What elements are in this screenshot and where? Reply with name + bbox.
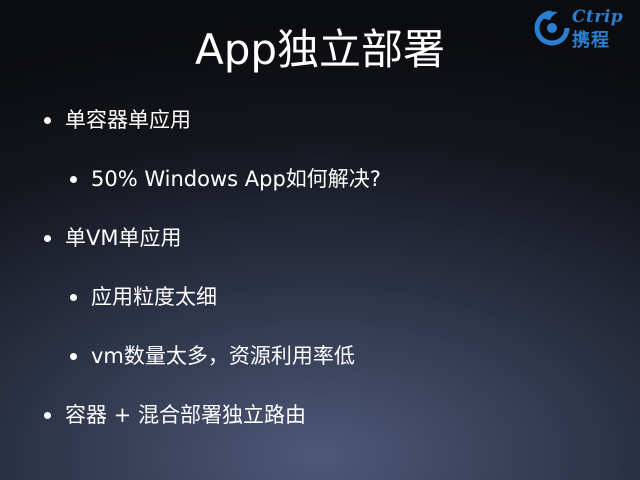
bullet-text: 单VM单应用 — [65, 226, 182, 250]
bullet-dot-icon — [70, 293, 77, 301]
bullet-dot-icon — [70, 352, 77, 360]
bullet-text: 单容器单应用 — [65, 108, 191, 132]
bullet-item: 单容器单应用 — [44, 106, 191, 134]
bullet-dot-icon — [44, 116, 51, 124]
bullet-item: 容器 + 混合部署独立路由 — [44, 401, 306, 429]
bullet-list: 单容器单应用 50% Windows App如何解决? 单VM单应用 应用粒度太… — [0, 0, 640, 480]
bullet-text: 应用粒度太细 — [91, 285, 217, 309]
slide: Ctrip 携程 App独立部署 单容器单应用 50% Windows App如… — [0, 0, 640, 480]
bullet-item: vm数量太多，资源利用率低 — [70, 342, 355, 370]
bullet-text: 容器 + 混合部署独立路由 — [65, 403, 306, 427]
bullet-text: vm数量太多，资源利用率低 — [91, 344, 355, 368]
bullet-item: 50% Windows App如何解决? — [70, 165, 381, 193]
bullet-dot-icon — [44, 234, 51, 242]
bullet-item: 单VM单应用 — [44, 224, 181, 252]
bullet-dot-icon — [44, 411, 51, 419]
bullet-item: 应用粒度太细 — [70, 283, 217, 311]
bullet-dot-icon — [70, 175, 77, 183]
bullet-text: 50% Windows App如何解决? — [91, 167, 381, 191]
